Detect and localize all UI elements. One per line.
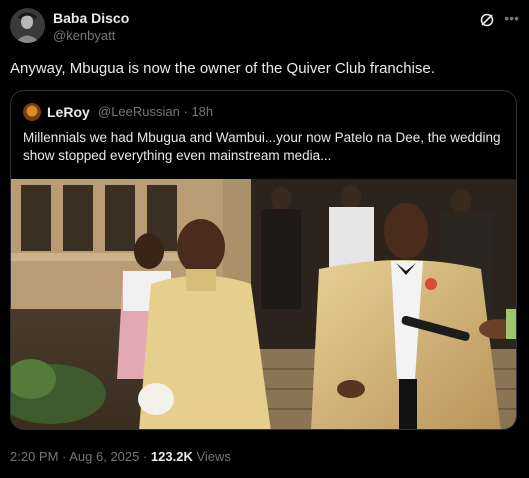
- author-avatar[interactable]: [10, 8, 45, 43]
- more-options-icon[interactable]: •••: [504, 10, 519, 26]
- tweet-text: Anyway, Mbugua is now the owner of the Q…: [10, 60, 435, 77]
- author-handle[interactable]: @kenbyatt: [53, 28, 115, 43]
- quoted-tweet-text: Millennials we had Mbugua and Wambui...y…: [23, 130, 501, 163]
- views-count: 123.2K: [150, 449, 193, 464]
- quoted-author-meta: @LeeRussian · 18h: [98, 104, 213, 119]
- quoted-tweet[interactable]: LeRoy @LeeRussian · 18h Millennials we h…: [10, 90, 517, 430]
- tweet-footer: 2:20 PM · Aug 6, 2025 · 123.2K Views: [10, 449, 231, 464]
- wedding-photo[interactable]: [11, 179, 516, 429]
- views-label: Views: [192, 449, 231, 464]
- tweet-header: Baba Disco @kenbyatt •••: [10, 8, 519, 48]
- author-name[interactable]: Baba Disco: [53, 10, 129, 26]
- quoted-author-name[interactable]: LeRoy: [47, 104, 90, 120]
- meta-separator: ·: [183, 104, 188, 119]
- quoted-time[interactable]: 18h: [191, 104, 213, 119]
- grok-icon[interactable]: [479, 12, 495, 28]
- quoted-author-avatar[interactable]: [23, 103, 41, 121]
- tweet-timestamp[interactable]: 2:20 PM · Aug 6, 2025 ·: [10, 449, 151, 464]
- quoted-author-handle[interactable]: @LeeRussian: [98, 104, 180, 119]
